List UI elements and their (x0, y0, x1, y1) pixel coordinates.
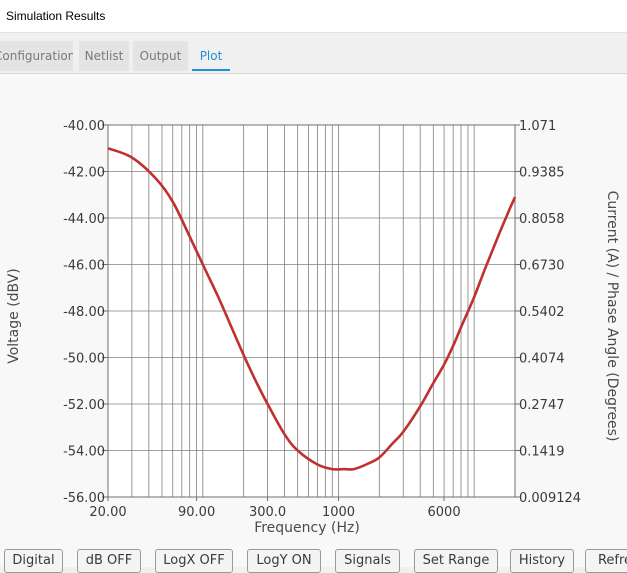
x-tick-label: 90.00 (178, 505, 215, 520)
y-right-tick-label: 0.4074 (519, 352, 565, 367)
y-right-tick-label: 0.8058 (519, 212, 565, 227)
y-axis-left-label: Voltage (dBV) (6, 268, 22, 364)
tab-plot[interactable]: Plot (192, 41, 230, 71)
y-left-tick-label: -48.00 (63, 305, 105, 320)
y-left-tick-label: -44.00 (63, 212, 105, 227)
logx-toggle-button[interactable]: LogX OFF (155, 549, 233, 573)
digital-button[interactable]: Digital (4, 549, 63, 573)
y-right-tick-label: 0.9385 (519, 166, 565, 181)
y-left-tick-label: -40.00 (63, 119, 105, 134)
voltage-frequency-chart[interactable]: -40.00 1.071 -42.00 0.9385 -44.00 0.8058 -46.0… (0, 74, 627, 567)
y-right-tick-label: 0.2747 (519, 398, 565, 413)
signals-button[interactable]: Signals (335, 549, 400, 573)
tab-output[interactable]: Output (133, 41, 188, 71)
y-axis-right-label: Current (A) / Phase Angle (Degrees) (604, 191, 620, 442)
window-title: Simulation Results (6, 9, 106, 23)
history-button[interactable]: History (510, 549, 574, 573)
y-left-tick-label: -50.00 (63, 352, 105, 367)
refresh-button[interactable]: Refre (585, 549, 627, 573)
plot-area[interactable]: -40.00 1.071 -42.00 0.9385 -44.00 0.8058 -46.0… (0, 74, 627, 567)
x-axis-label: Frequency (Hz) (254, 520, 360, 536)
y-left-tick-label: -46.00 (63, 259, 105, 274)
tab-configuration[interactable]: Configuration (0, 41, 73, 71)
y-right-tick-label: 0.009124 (519, 491, 581, 506)
y-left-tick-label: -56.00 (63, 491, 105, 506)
x-tick-label: 1000 (322, 505, 355, 520)
y-right-tick-label: 1.071 (519, 119, 556, 134)
tab-netlist[interactable]: Netlist (79, 41, 129, 71)
set-range-button[interactable]: Set Range (414, 549, 498, 573)
y-right-tick-label: 0.5402 (519, 305, 565, 320)
x-tick-label: 6000 (428, 505, 461, 520)
x-tick-label: 300.0 (249, 505, 286, 520)
window-titlebar: Simulation Results (0, 0, 627, 33)
x-tick-label: 20.00 (89, 505, 126, 520)
y-right-tick-label: 0.6730 (519, 259, 565, 274)
y-left-tick-label: -52.00 (63, 398, 105, 413)
logy-toggle-button[interactable]: LogY ON (247, 549, 321, 573)
y-left-tick-label: -42.00 (63, 166, 105, 181)
y-left-tick-label: -54.00 (63, 445, 105, 460)
tab-bar: Configuration Netlist Output Plot (0, 33, 627, 74)
y-right-tick-label: 0.1419 (519, 445, 565, 460)
db-toggle-button[interactable]: dB OFF (77, 549, 141, 573)
